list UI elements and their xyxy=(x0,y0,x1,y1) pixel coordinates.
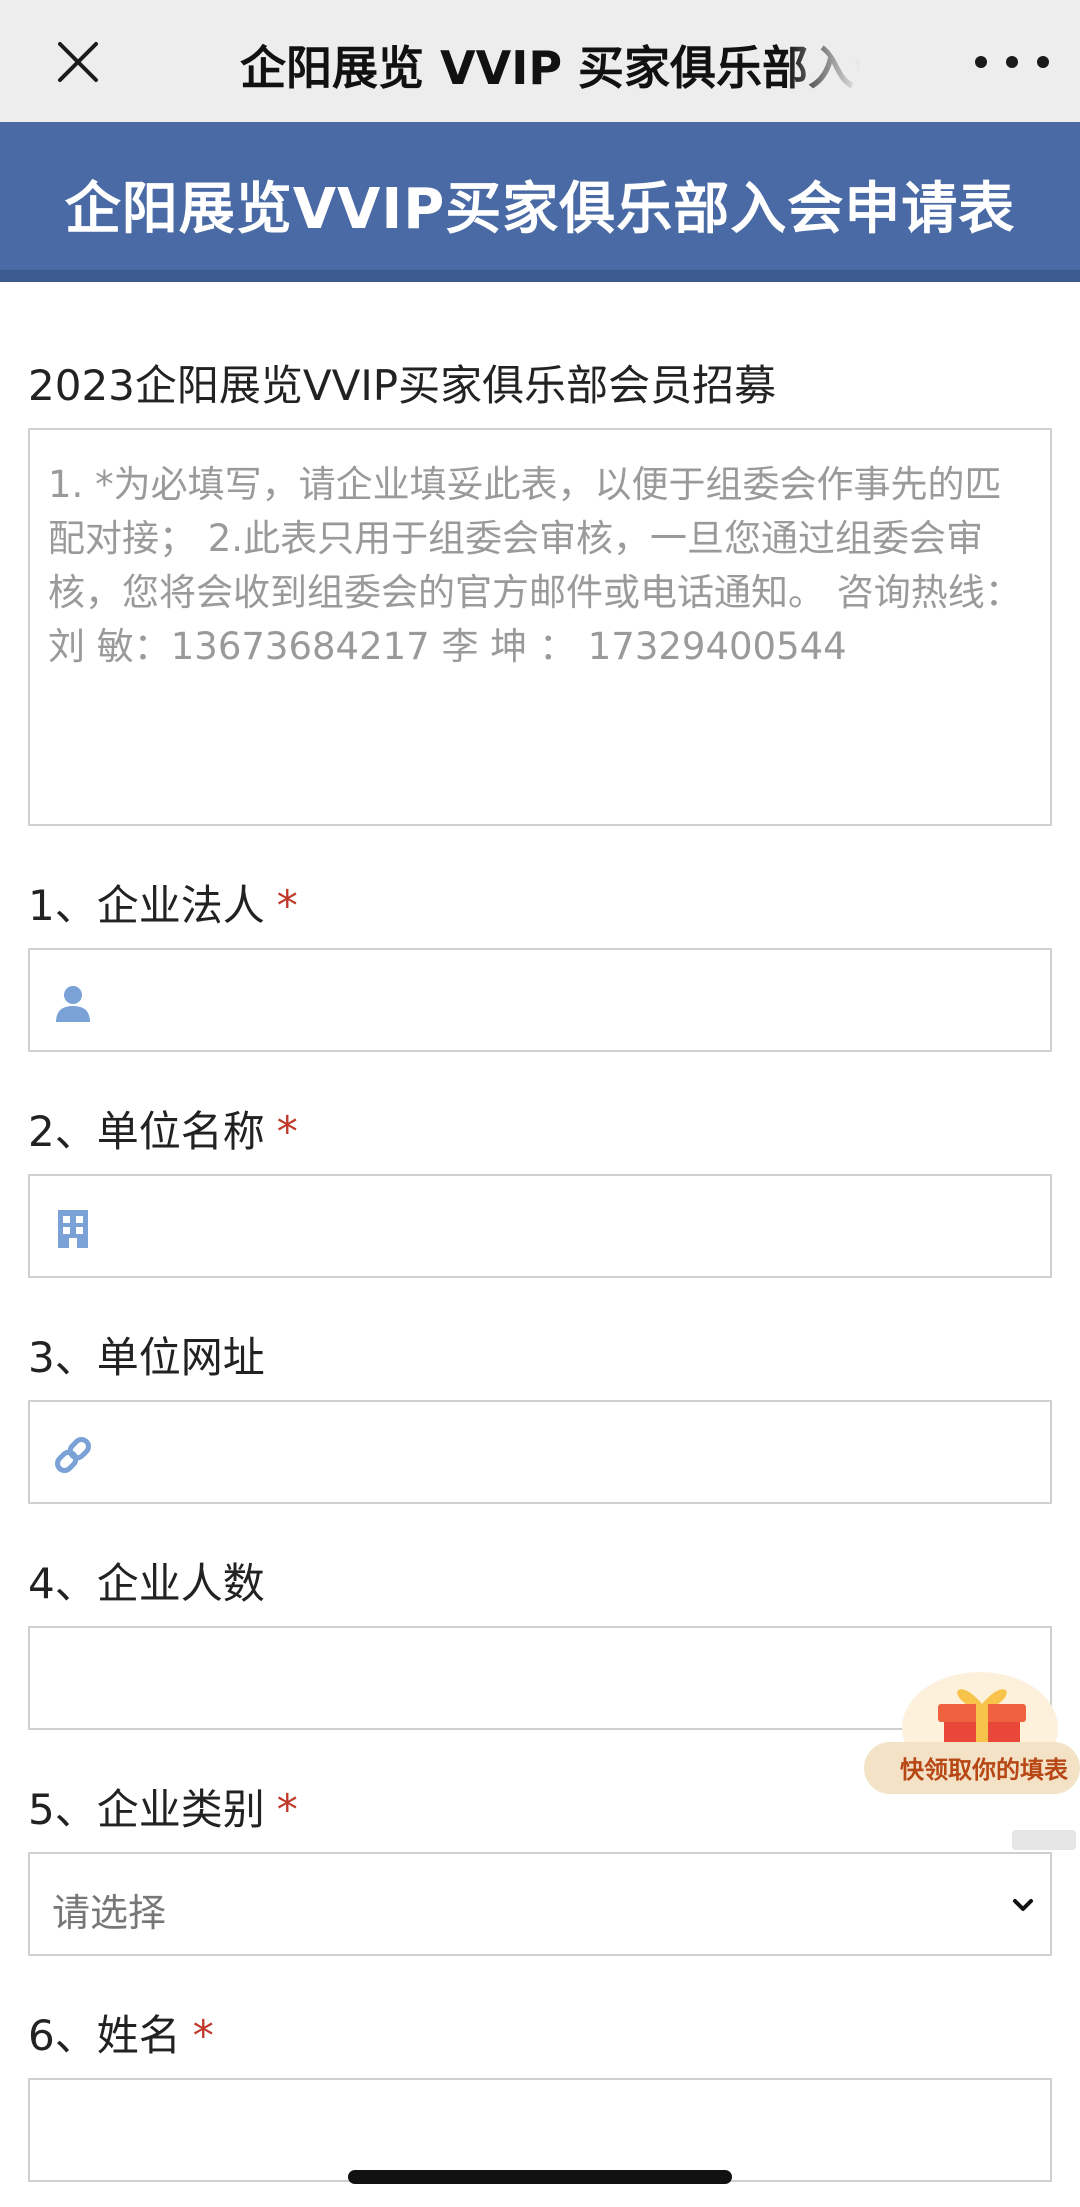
name-input[interactable] xyxy=(28,2078,1052,2182)
question-label-legal-person: 1、企业法人 * xyxy=(28,881,298,930)
home-indicator xyxy=(348,2170,732,2184)
required-mark: * xyxy=(192,2011,214,2060)
promo-text: 快领取你的填表 xyxy=(900,1756,1068,1784)
more-options-icon[interactable] xyxy=(975,50,1049,72)
question-label-company-name: 2、单位名称 * xyxy=(28,1107,298,1156)
company-name-input[interactable] xyxy=(28,1174,1052,1278)
legal-person-input[interactable] xyxy=(28,948,1052,1052)
company-category-select[interactable]: 请选择 xyxy=(28,1852,1052,1956)
required-mark: * xyxy=(276,881,298,930)
form-description-title: 2023企阳展览VVIP买家俱乐部会员招募 xyxy=(28,361,777,410)
building-icon xyxy=(58,1210,88,1248)
question-label-employee-count: 4、企业人数 xyxy=(28,1559,265,1608)
close-icon[interactable] xyxy=(56,40,100,84)
question-label-company-website: 3、单位网址 xyxy=(28,1333,265,1382)
required-mark: * xyxy=(276,1785,298,1834)
form-banner: 企阳展览VVIP买家俱乐部入会申请表 xyxy=(0,122,1080,282)
person-icon xyxy=(56,986,90,1022)
form-description-text: 1. *为必填写，请企业填妥此表，以便于组委会作事先的匹配对接； 2.此表只用于… xyxy=(48,463,1022,668)
question-label-company-category: 5、企业类别 * xyxy=(28,1785,298,1834)
top-nav-bar: 企阳展览 VVIP 买家俱乐部入会 xyxy=(0,0,1080,122)
form-description-box: 1. *为必填写，请企业填妥此表，以便于组委会作事先的匹配对接； 2.此表只用于… xyxy=(28,428,1052,826)
form-title: 企阳展览VVIP买家俱乐部入会申请表 xyxy=(64,177,1016,242)
company-website-input[interactable] xyxy=(28,1400,1052,1504)
required-mark: * xyxy=(276,1107,298,1156)
select-placeholder: 请选择 xyxy=(52,1891,167,1935)
page-title: 企阳展览 VVIP 买家俱乐部入会 xyxy=(240,41,860,95)
link-icon xyxy=(55,1437,91,1473)
question-label-name: 6、姓名 * xyxy=(28,2011,214,2060)
chevron-down-icon xyxy=(1013,1899,1033,1911)
ad-tag xyxy=(1012,1830,1076,1850)
floating-promo-widget[interactable]: 快领取你的填表 xyxy=(862,1640,1080,1850)
